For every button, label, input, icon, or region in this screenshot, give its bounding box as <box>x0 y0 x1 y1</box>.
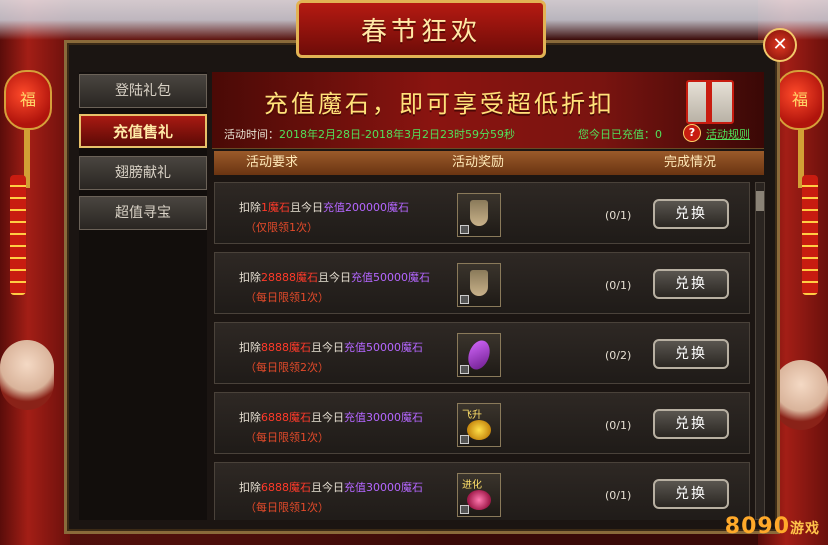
lock-icon <box>460 365 469 374</box>
progress-count: (0/1) <box>605 489 632 502</box>
reward-tag: 飞升 <box>462 410 482 421</box>
flower-icon <box>467 420 491 440</box>
activity-time-value: 2018年2月28日-2018年3月2日23时59分59秒 <box>279 128 515 141</box>
requirement-text: 扣除6888魔石且今日充值30000魔石 <box>239 409 423 425</box>
req-pre: 扣除 <box>239 341 261 354</box>
medal-icon <box>470 270 488 296</box>
title-banner: 春节狂欢 <box>296 0 546 58</box>
lantern-right-icon: 福 <box>776 70 824 130</box>
requirement-text: 扣除1魔石且今日充值200000魔石 <box>239 199 409 215</box>
progress-count: (0/1) <box>605 279 632 292</box>
limit-text: （每日限领1次） <box>245 431 329 444</box>
mascot-left-icon <box>0 340 54 410</box>
flower-icon <box>467 490 491 510</box>
req-pre: 扣除 <box>239 271 261 284</box>
mascot-right-icon <box>774 360 828 430</box>
firecracker-right-icon <box>802 175 818 295</box>
limit-text: （每日限领1次） <box>245 291 329 304</box>
req-mid: 且今日 <box>318 271 351 284</box>
req-cost: 6888魔石 <box>261 411 311 424</box>
lock-icon <box>460 435 469 444</box>
exchange-button[interactable]: 兑换 <box>653 269 729 299</box>
lantern-left-icon: 福 <box>4 70 52 130</box>
req-cost: 6888魔石 <box>261 481 311 494</box>
req-mid: 且今日 <box>311 341 344 354</box>
activity-time-label: 活动时间： <box>224 128 279 141</box>
activity-time: 活动时间：2018年2月28日-2018年3月2日23时59分59秒 <box>224 126 515 142</box>
close-button[interactable]: ✕ <box>763 28 797 62</box>
help-icon[interactable]: ? <box>683 124 701 142</box>
watermark-number: 8090 <box>724 514 790 539</box>
list-item: 扣除28888魔石且今日充值50000魔石 （每日限领1次） (0/1) 兑换 <box>214 252 750 314</box>
req-cost: 1魔石 <box>261 201 290 214</box>
reward-item-slot[interactable]: 进化 <box>457 473 501 517</box>
tab-login-gift[interactable]: 登陆礼包 <box>79 74 207 108</box>
column-header: 活动要求 活动奖励 完成情况 <box>214 151 764 175</box>
req-pre: 扣除 <box>239 201 261 214</box>
reward-item-slot[interactable] <box>457 263 501 307</box>
reward-tag: 进化 <box>462 480 482 491</box>
column-reward: 活动奖励 <box>452 155 505 170</box>
tab-treasure-hunt[interactable]: 超值寻宝 <box>79 196 207 230</box>
req-mid: 且今日 <box>311 411 344 424</box>
recharge-today: 您今日已充值：0 <box>578 128 662 141</box>
progress-count: (0/1) <box>605 209 632 222</box>
lantern-left-char: 福 <box>19 90 36 109</box>
lantern-right-char: 福 <box>791 90 808 109</box>
reward-item-slot[interactable]: 飞升 <box>457 403 501 447</box>
requirement-text: 扣除28888魔石且今日充值50000魔石 <box>239 269 430 285</box>
headline-banner: 充值魔石，即可享受超低折扣 活动时间：2018年2月28日-2018年3月2日2… <box>212 72 764 149</box>
limit-text: （仅限领1次） <box>245 221 318 234</box>
list-item: 扣除6888魔石且今日充值30000魔石 （每日限领1次） 进化 (0/1) 兑… <box>214 462 750 520</box>
list-item: 扣除6888魔石且今日充值30000魔石 （每日限领1次） 飞升 (0/1) 兑… <box>214 392 750 454</box>
lock-icon <box>460 505 469 514</box>
limit-text: （每日限领2次） <box>245 361 329 374</box>
progress-count: (0/1) <box>605 419 632 432</box>
column-requirement: 活动要求 <box>246 155 299 170</box>
gift-box-icon <box>686 80 734 124</box>
medal-icon <box>470 200 488 226</box>
progress-count: (0/2) <box>605 349 632 362</box>
list-item: 扣除8888魔石且今日充值50000魔石 （每日限领2次） (0/2) 兑换 <box>214 322 750 384</box>
exchange-button[interactable]: 兑换 <box>653 409 729 439</box>
req-recharge: 充值50000魔石 <box>351 271 430 284</box>
tab-wing-gift[interactable]: 翅膀献礼 <box>79 156 207 190</box>
req-cost: 8888魔石 <box>261 341 311 354</box>
lock-icon <box>460 295 469 304</box>
requirement-text: 扣除8888魔石且今日充值50000魔石 <box>239 339 423 355</box>
req-mid: 且今日 <box>311 481 344 494</box>
req-pre: 扣除 <box>239 411 261 424</box>
watermark-text: 游戏 <box>790 521 820 537</box>
exchange-button[interactable]: 兑换 <box>653 479 729 509</box>
lock-icon <box>460 225 469 234</box>
reward-list: 扣除1魔石且今日充值200000魔石 （仅限领1次） (0/1) 兑换 扣除28… <box>214 180 752 520</box>
req-recharge: 充值50000魔石 <box>344 341 423 354</box>
headline-text: 充值魔石，即可享受超低折扣 <box>264 90 615 118</box>
req-cost: 28888魔石 <box>261 271 318 284</box>
rules-link[interactable]: 活动规则 <box>706 126 750 142</box>
scrollbar-thumb[interactable] <box>756 191 764 211</box>
reward-item-slot[interactable] <box>457 193 501 237</box>
req-recharge: 充值200000魔石 <box>323 201 409 214</box>
list-scrollbar[interactable] <box>755 182 765 520</box>
list-item: 扣除1魔石且今日充值200000魔石 （仅限领1次） (0/1) 兑换 <box>214 182 750 244</box>
site-watermark: 8090游戏 <box>725 514 820 539</box>
exchange-button[interactable]: 兑换 <box>653 199 729 229</box>
req-mid: 且今日 <box>290 201 323 214</box>
req-recharge: 充值30000魔石 <box>344 481 423 494</box>
req-recharge: 充值30000魔石 <box>344 411 423 424</box>
requirement-text: 扣除6888魔石且今日充值30000魔石 <box>239 479 423 495</box>
tab-recharge-gift[interactable]: 充值售礼 <box>79 114 207 148</box>
reward-item-slot[interactable] <box>457 333 501 377</box>
req-pre: 扣除 <box>239 481 261 494</box>
column-status: 完成情况 <box>664 155 717 170</box>
exchange-button[interactable]: 兑换 <box>653 339 729 369</box>
limit-text: （每日限领1次） <box>245 501 329 514</box>
side-tabs: 登陆礼包 充值售礼 翅膀献礼 超值寻宝 <box>79 72 207 520</box>
event-title: 春节狂欢 <box>360 17 481 47</box>
firecracker-left-icon <box>10 175 26 295</box>
